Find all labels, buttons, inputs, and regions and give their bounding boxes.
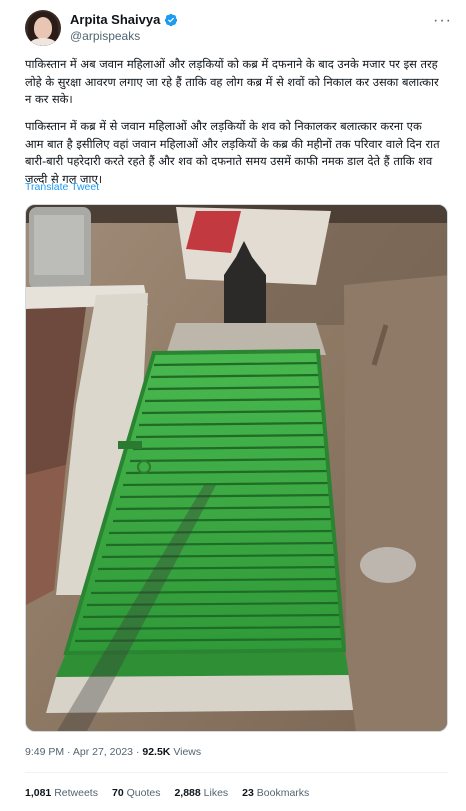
divider	[25, 772, 448, 773]
tweet-text-paragraph-2: पाकिस्तान में कब्र में से जवान महिलाओं औ…	[25, 119, 440, 186]
retweets-label: Retweets	[54, 787, 98, 799]
likes-count: 2,888	[174, 787, 201, 799]
tweet-meta: 9:49 PM · Apr 27, 2023 · 92.5K Views	[25, 746, 201, 758]
translate-tweet-link[interactable]: Translate Tweet	[25, 181, 99, 193]
quotes-count: 70	[111, 787, 124, 799]
views-label: Views	[173, 746, 202, 758]
meta-separator-2: ·	[135, 746, 140, 758]
bookmarks-count: 23	[242, 787, 254, 799]
tweet-stats: 1,081 Retweets 70 Quotes 2,888 Likes 23 …	[25, 787, 323, 799]
bookmarks-stat[interactable]: 23 Bookmarks	[242, 787, 309, 799]
avatar[interactable]	[25, 10, 61, 46]
meta-separator: ·	[67, 746, 71, 758]
retweets-stat[interactable]: 1,081 Retweets	[25, 787, 98, 799]
bookmarks-label: Bookmarks	[256, 787, 310, 799]
quotes-label: Quotes	[126, 787, 161, 799]
more-options-icon[interactable]: ···	[433, 12, 452, 30]
display-name[interactable]: Arpita Shaivya	[70, 12, 160, 27]
grave-photo-illustration	[26, 205, 447, 731]
quotes-stat[interactable]: 70 Quotes	[112, 787, 160, 799]
tweet-text-paragraph-1: पाकिस्तान में अब जवान महिलाओं और लड़कियो…	[25, 57, 439, 106]
views-count: 92.5K	[142, 746, 171, 758]
tweet-time[interactable]: 9:49 PM	[25, 746, 64, 758]
tweet-date[interactable]: Apr 27, 2023	[73, 746, 133, 758]
tweet-card: Arpita Shaivya @arpispeaks ··· पाकिस्तान…	[0, 0, 466, 811]
user-handle[interactable]: @arpispeaks	[70, 29, 140, 43]
retweets-count: 1,081	[25, 787, 52, 799]
likes-stat[interactable]: 2,888 Likes	[174, 787, 228, 799]
author-name-row: Arpita Shaivya	[70, 12, 178, 27]
verified-badge-icon	[165, 13, 178, 26]
tweet-photo[interactable]	[25, 204, 448, 732]
likes-label: Likes	[203, 787, 229, 799]
